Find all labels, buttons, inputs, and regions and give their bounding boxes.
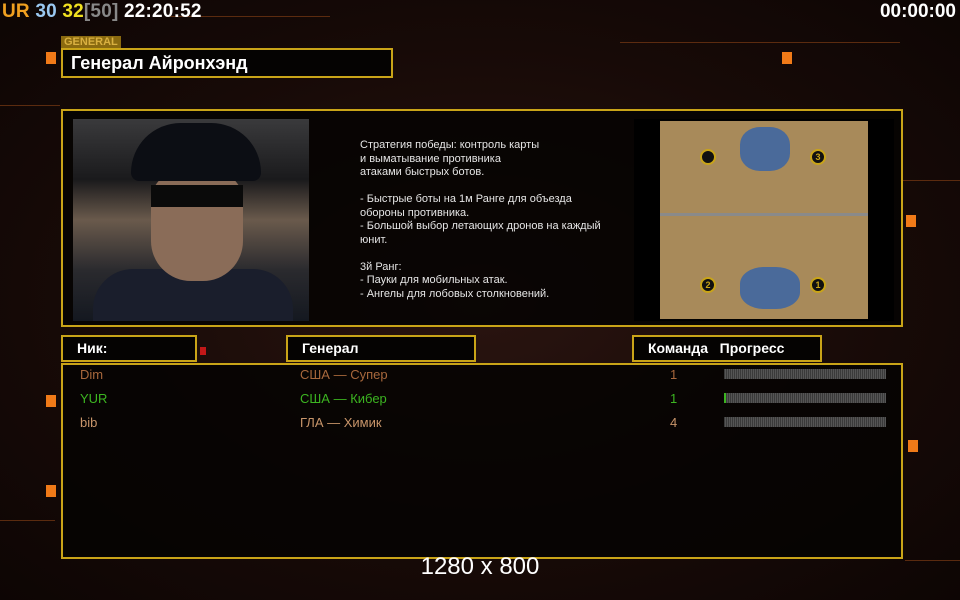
decor-line (900, 180, 960, 181)
start-position (700, 149, 716, 165)
header-team: Команда (648, 340, 708, 356)
stat-bracket: [50] (83, 1, 119, 22)
decor-square (908, 440, 918, 452)
start-position: 1 (810, 277, 826, 293)
player-nick: YUR (80, 391, 108, 406)
clock-time: 22:20:52 (123, 1, 202, 22)
header-nick: Ник: (61, 335, 197, 362)
decor-square (200, 347, 206, 355)
player-general: США — Супер (300, 367, 388, 382)
player-row[interactable]: YUR США — Кибер 1 (63, 388, 901, 410)
general-name: Генерал Айронхэнд (61, 48, 393, 78)
header-team-progress: Команда Прогресс (632, 335, 822, 362)
status-bar: UR 30 32[50] 22:20:52 (0, 0, 202, 24)
player-nick: Dim (80, 367, 104, 382)
player-row[interactable]: bib ГЛА — Химик 4 (63, 412, 901, 434)
decor-square (906, 215, 916, 227)
stat-2: 32 (62, 1, 84, 22)
map-preview[interactable]: 1 2 3 (634, 119, 894, 321)
strategy-description: Стратегия победы: контроль карты и вымат… (360, 139, 601, 300)
decor-square (46, 485, 56, 497)
decor-line (620, 42, 900, 43)
player-row[interactable]: Dim США — Супер 1 (63, 364, 901, 386)
player-team: 1 (670, 391, 678, 406)
decor-square (782, 52, 792, 64)
decor-square (46, 52, 56, 64)
player-nick: bib (80, 415, 98, 430)
game-timer: 00:00:00 (879, 1, 956, 22)
resolution-label: 1280 x 800 (420, 553, 540, 580)
player-team: 1 (670, 367, 678, 382)
progress-bar (724, 393, 886, 403)
decor-line (0, 105, 60, 106)
general-portrait (73, 119, 309, 321)
ur-label: UR (2, 1, 30, 22)
player-team: 4 (670, 415, 678, 430)
progress-bar (724, 369, 886, 379)
progress-bar (724, 417, 886, 427)
general-info-panel: Стратегия победы: контроль карты и вымат… (61, 109, 903, 327)
player-general: США — Кибер (300, 391, 387, 406)
header-general: Генерал (286, 335, 476, 362)
header-progress: Прогресс (719, 340, 785, 356)
decor-square (46, 395, 56, 407)
start-position: 3 (810, 149, 826, 165)
general-tag: GENERAL (61, 36, 121, 48)
player-list: Dim США — Супер 1 YUR США — Кибер 1 bib … (61, 363, 903, 559)
player-general: ГЛА — Химик (300, 415, 382, 430)
start-position: 2 (700, 277, 716, 293)
decor-line (0, 520, 55, 521)
stat-1: 30 (35, 1, 57, 22)
